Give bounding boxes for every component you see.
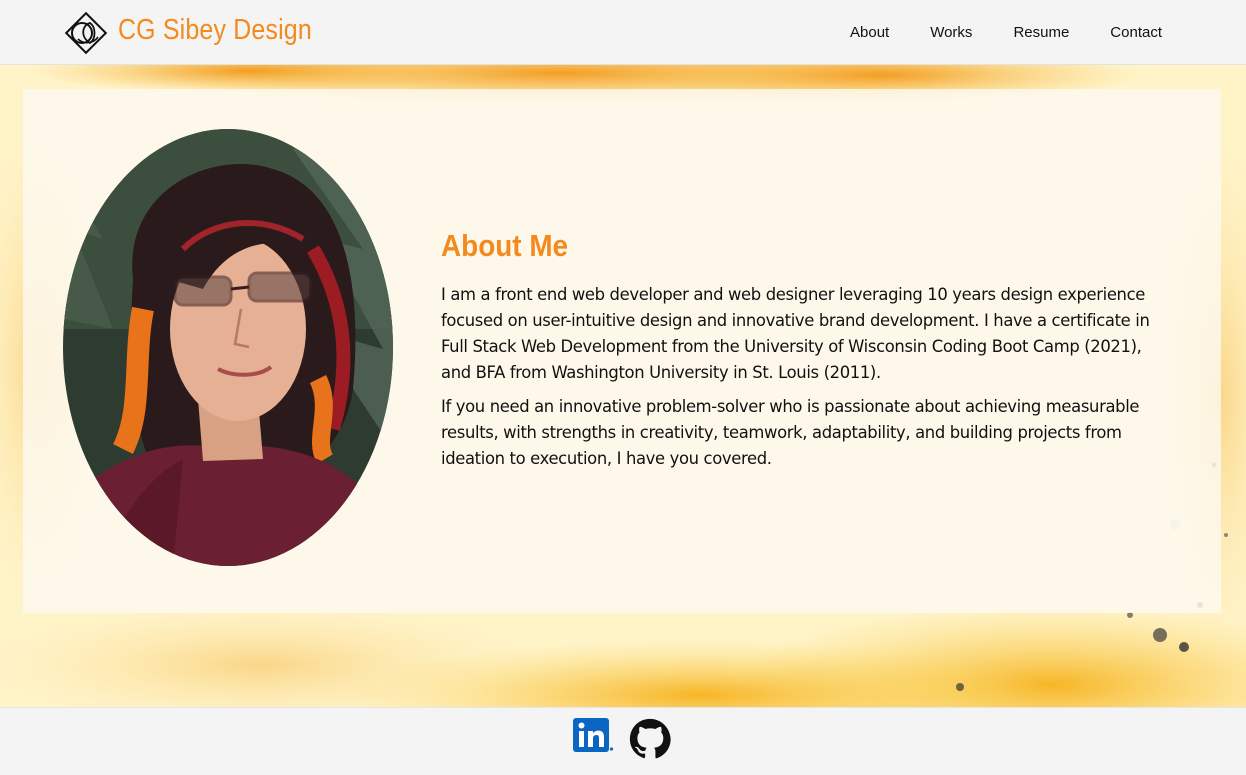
site-header: CG Sibey Design About Works Resume Conta… (0, 0, 1246, 65)
nav-contact[interactable]: Contact (1110, 24, 1162, 41)
site-footer (0, 707, 1246, 775)
nav-about[interactable]: About (850, 24, 889, 41)
nav-resume[interactable]: Resume (1013, 24, 1069, 41)
portrait-photo (63, 129, 393, 566)
github-icon[interactable] (629, 718, 671, 765)
brand-title[interactable]: CG Sibey Design (118, 14, 312, 47)
main-nav: About Works Resume Contact (809, 24, 1162, 41)
nav-works[interactable]: Works (930, 24, 972, 41)
linkedin-icon[interactable] (573, 718, 615, 759)
about-paragraph-1: I am a front end web developer and web d… (441, 285, 1150, 382)
cgs-monogram-logo-icon[interactable] (60, 9, 112, 57)
about-paragraph-2: If you need an innovative problem-solver… (441, 397, 1140, 468)
about-title: About Me (441, 228, 569, 263)
